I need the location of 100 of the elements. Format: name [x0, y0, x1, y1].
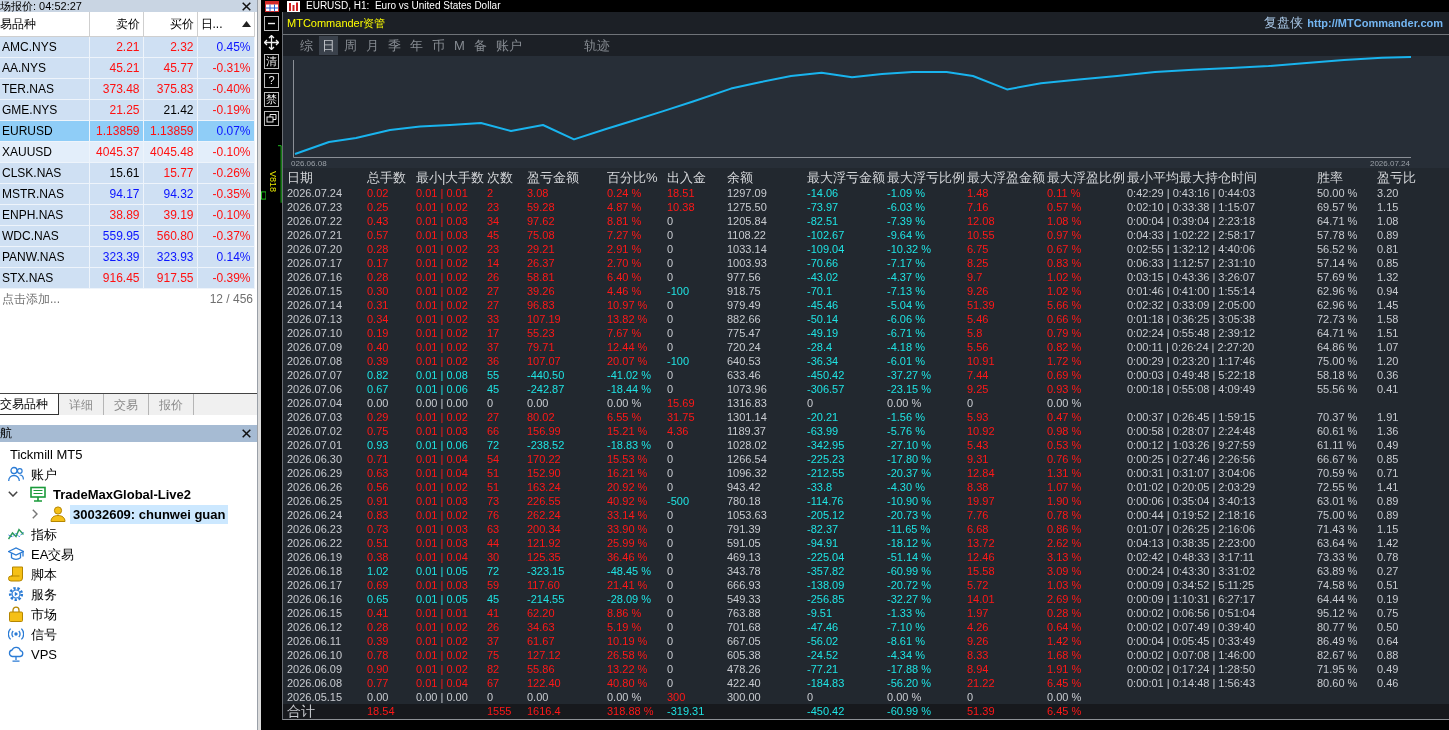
- toolbar-button[interactable]: ?: [264, 73, 279, 88]
- view-tab[interactable]: 轨迹: [580, 36, 613, 55]
- view-tab[interactable]: 综: [297, 36, 316, 55]
- toolbar-button[interactable]: 禁: [264, 92, 279, 107]
- quote-row[interactable]: XAUUSD 4045.37 4045.48 -0.10%: [0, 141, 254, 162]
- view-tab[interactable]: 日: [319, 36, 338, 55]
- close-icon[interactable]: [242, 1, 251, 11]
- trade-count: 26: [487, 271, 500, 283]
- table-grid-icon[interactable]: [264, 1, 279, 12]
- website-link[interactable]: http://MTCommander.com: [1307, 14, 1443, 32]
- tree-item[interactable]: 30032609: chunwei guan: [70, 504, 229, 524]
- chevron-right-icon[interactable]: [32, 509, 38, 519]
- quote-row[interactable]: CLSK.NAS 15.61 15.77 -0.26%: [0, 162, 254, 183]
- minimize-icon[interactable]: [264, 16, 279, 31]
- profit-loss-ratio: 0.75: [1377, 607, 1399, 619]
- tree-item[interactable]: 指标: [28, 524, 60, 544]
- tree-item[interactable]: VPS: [28, 644, 60, 664]
- panel-tab[interactable]: 交易品种: [0, 394, 59, 415]
- profit-amount: 125.35: [527, 551, 561, 563]
- tree-item[interactable]: EA交易: [28, 544, 78, 564]
- axis-date-label: 2026.07.24: [1369, 160, 1410, 168]
- profit-loss-ratio: 0.78: [1377, 551, 1399, 563]
- toolbar-button[interactable]: 清: [264, 54, 279, 69]
- max-float-gain: 7.16: [967, 201, 989, 213]
- view-tab[interactable]: 周: [341, 36, 360, 55]
- bar-chart-icon[interactable]: [287, 0, 300, 12]
- view-tab[interactable]: 月: [363, 36, 382, 55]
- column-header: 出入金: [667, 170, 706, 185]
- profit-percent: 36.46 %: [607, 551, 648, 563]
- max-float-loss: -225.23: [807, 453, 845, 465]
- win-rate: 71.43 %: [1317, 523, 1358, 535]
- cash-flow-amount: 0: [667, 229, 674, 241]
- max-float-gain: 8.94: [967, 663, 989, 675]
- column-header[interactable]: 日...: [200, 14, 223, 33]
- view-tab[interactable]: 季: [385, 36, 404, 55]
- total-lots: 0.25: [367, 201, 389, 213]
- max-float-gain: 14.01: [967, 593, 995, 605]
- tree-item[interactable]: Tickmill MT5: [7, 444, 86, 464]
- close-icon[interactable]: [242, 429, 251, 438]
- view-tab[interactable]: 账户: [492, 36, 525, 55]
- ask-price: 21.42: [163, 102, 194, 117]
- quote-row[interactable]: AMC.NYS 2.21 2.32 0.45%: [0, 36, 254, 57]
- date-text: 2026.06.17: [287, 579, 343, 591]
- chevron-down-icon[interactable]: [8, 491, 18, 497]
- max-float-gain: 8.38: [967, 481, 989, 493]
- restore-window-icon[interactable]: [264, 111, 279, 126]
- view-tab[interactable]: 备: [470, 36, 490, 55]
- profit-percent: -28.09 %: [607, 593, 652, 605]
- holding-times: 0:02:10 | 0:33:38 | 1:15:07: [1127, 201, 1256, 213]
- view-tab[interactable]: 币: [429, 36, 448, 55]
- profit-percent: 12.44 %: [607, 341, 648, 353]
- quote-row[interactable]: PANW.NAS 323.39 323.93 0.14%: [0, 246, 254, 267]
- tree-item[interactable]: 账户: [28, 464, 60, 484]
- max-float-loss: -24.52: [807, 649, 839, 661]
- tree-item[interactable]: 服务: [28, 584, 60, 604]
- max-float-loss-percent: -17.80 %: [887, 453, 932, 465]
- max-float-loss: 0: [807, 397, 814, 409]
- quote-row[interactable]: STX.NAS 916.45 917.55 -0.39%: [0, 267, 254, 288]
- balance-amount: 943.42: [727, 481, 761, 493]
- quote-row[interactable]: TER.NAS 373.48 375.83 -0.40%: [0, 78, 254, 99]
- max-float-loss: -82.51: [807, 215, 839, 227]
- tree-item[interactable]: 信号: [28, 624, 60, 644]
- symbol-name: CLSK.NAS: [2, 165, 62, 180]
- move-arrows-icon[interactable]: [264, 35, 279, 50]
- max-float-loss: -33.8: [807, 481, 833, 493]
- balance-amount: 1275.50: [727, 201, 767, 213]
- column-header[interactable]: 卖价: [115, 16, 140, 31]
- tree-item[interactable]: 市场: [28, 604, 60, 624]
- view-tab[interactable]: 年: [407, 36, 426, 55]
- profit-percent: 4.46 %: [607, 285, 642, 297]
- quote-row[interactable]: ENPH.NAS 38.89 39.19 -0.10%: [0, 204, 254, 225]
- quote-row[interactable]: EURUSD 1.13859 1.13859 0.07%: [0, 120, 254, 141]
- column-header[interactable]: 易品种: [0, 16, 36, 31]
- quote-row[interactable]: WDC.NAS 559.95 560.80 -0.37%: [0, 225, 254, 246]
- max-float-gain: 8.25: [967, 257, 989, 269]
- win-rate: 73.33 %: [1317, 551, 1358, 563]
- tree-item[interactable]: 脚本: [28, 564, 60, 584]
- column-header[interactable]: 买价: [169, 16, 194, 31]
- lot-range: 0.01 | 0.02: [416, 313, 468, 325]
- sort-ascending-icon[interactable]: [241, 20, 251, 27]
- quote-row[interactable]: AA.NYS 45.21 45.77 -0.31%: [0, 57, 254, 78]
- quote-row[interactable]: MSTR.NAS 94.17 94.32 -0.35%: [0, 183, 254, 204]
- view-tab[interactable]: M: [451, 36, 468, 55]
- trade-count: 54: [487, 453, 500, 465]
- column-header: 最大浮亏金额: [807, 170, 885, 185]
- max-float-loss-percent: -1.09 %: [887, 187, 925, 199]
- bid-price: 1.13859: [96, 123, 140, 138]
- add-symbol-hint[interactable]: 点击添加...: [2, 290, 60, 308]
- date-text: 2026.07.24: [287, 187, 343, 199]
- profit-loss-ratio: 1.08: [1377, 215, 1399, 227]
- max-float-loss-percent: -5.76 %: [887, 425, 925, 437]
- profit-amount: 75.08: [527, 229, 555, 241]
- cash-flow-amount: 0: [667, 565, 674, 577]
- ask-price: 2.32: [170, 39, 194, 54]
- max-float-gain-percent: 2.69 %: [1047, 593, 1082, 605]
- max-float-gain-percent: 1.91 %: [1047, 663, 1082, 675]
- max-float-gain-percent: 0.53 %: [1047, 439, 1082, 451]
- balance-amount: 549.33: [727, 593, 761, 605]
- tree-item[interactable]: TradeMaxGlobal-Live2: [50, 484, 194, 504]
- quote-row[interactable]: GME.NYS 21.25 21.42 -0.19%: [0, 99, 254, 120]
